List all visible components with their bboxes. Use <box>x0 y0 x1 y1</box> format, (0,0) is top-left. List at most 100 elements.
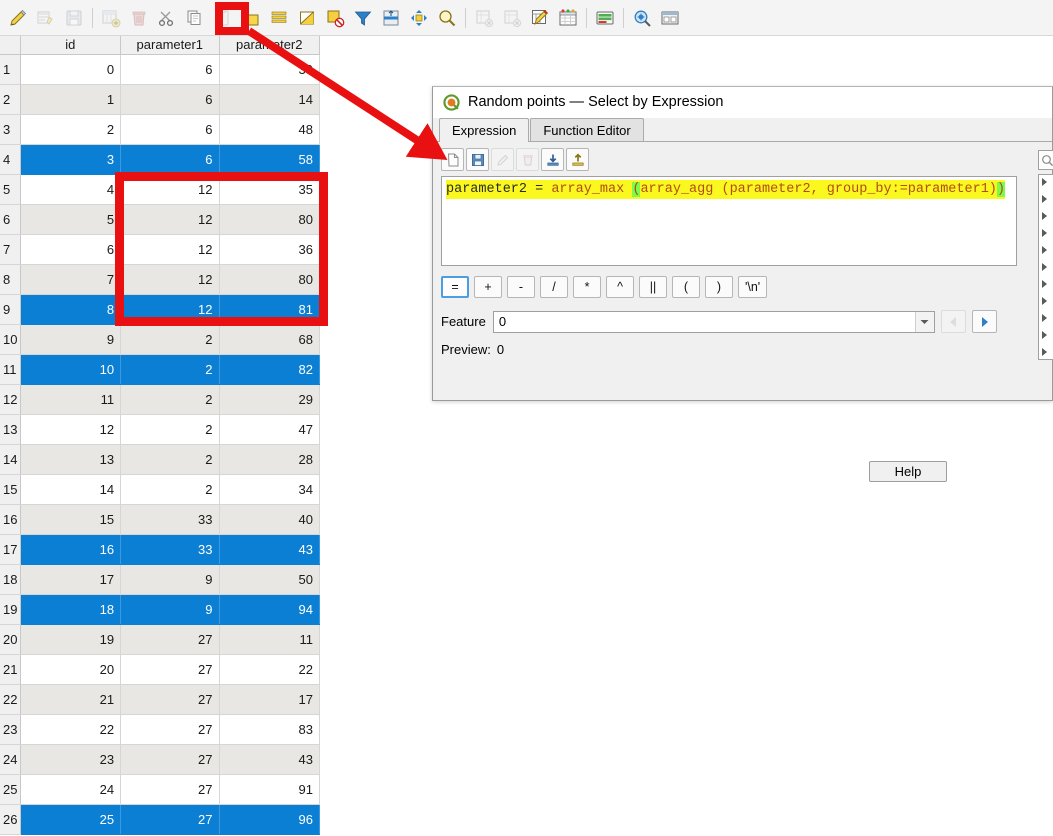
cell-parameter1[interactable]: 6 <box>120 84 220 115</box>
row-number-cell[interactable]: 22 <box>0 684 21 715</box>
row-number-cell[interactable]: 20 <box>0 624 21 655</box>
row-number-cell[interactable]: 23 <box>0 714 21 745</box>
operator-button[interactable]: ) <box>705 276 733 298</box>
table-row[interactable]: 11 10 2 82 <box>0 354 320 385</box>
row-number-cell[interactable]: 11 <box>0 354 21 385</box>
cell-parameter2[interactable]: 22 <box>219 654 320 685</box>
table-row[interactable]: 22 21 27 17 <box>0 684 320 715</box>
triangle-right-icon[interactable] <box>1042 297 1047 305</box>
cell-parameter1[interactable]: 27 <box>120 654 220 685</box>
row-number-cell[interactable]: 3 <box>0 114 21 145</box>
tab-expression[interactable]: Expression <box>439 118 530 142</box>
cell-id[interactable]: 17 <box>20 564 122 595</box>
zoom-to-selected-icon[interactable] <box>434 5 460 31</box>
cell-parameter2[interactable]: 58 <box>219 144 320 175</box>
triangle-right-icon[interactable] <box>971 310 997 333</box>
cell-parameter1[interactable]: 2 <box>120 324 220 355</box>
cell-parameter1[interactable]: 2 <box>120 444 220 475</box>
cell-id[interactable]: 24 <box>20 774 122 805</box>
cell-id[interactable]: 1 <box>20 84 122 115</box>
cell-id[interactable]: 8 <box>20 294 122 325</box>
triangle-right-icon[interactable] <box>1042 246 1047 254</box>
cell-parameter2[interactable]: 47 <box>219 414 320 445</box>
cell-parameter2[interactable]: 29 <box>219 384 320 415</box>
cell-parameter1[interactable]: 27 <box>120 774 220 805</box>
table-row[interactable]: 18 17 9 50 <box>0 564 320 595</box>
table-row[interactable]: 14 13 2 28 <box>0 444 320 475</box>
row-number-cell[interactable]: 12 <box>0 384 21 415</box>
table-row[interactable]: 26 25 27 96 <box>0 804 320 835</box>
cell-parameter1[interactable]: 12 <box>120 204 220 235</box>
cell-parameter1[interactable]: 33 <box>120 504 220 535</box>
cell-parameter1[interactable]: 12 <box>120 174 220 205</box>
table-row[interactable]: 3 2 6 48 <box>0 114 320 145</box>
table-row[interactable]: 16 15 33 40 <box>0 504 320 535</box>
pan-to-selected-icon[interactable] <box>406 5 432 31</box>
operator-button[interactable]: '\n' <box>738 276 768 298</box>
table-row[interactable]: 12 11 2 29 <box>0 384 320 415</box>
cell-id[interactable]: 22 <box>20 714 122 745</box>
cell-parameter2[interactable]: 17 <box>219 684 320 715</box>
cell-parameter1[interactable]: 27 <box>120 684 220 715</box>
cell-parameter1[interactable]: 27 <box>120 714 220 745</box>
cell-parameter2[interactable]: 68 <box>219 324 320 355</box>
cell-id[interactable]: 15 <box>20 504 122 535</box>
table-row[interactable]: 15 14 2 34 <box>0 474 320 505</box>
table-row[interactable]: 21 20 27 22 <box>0 654 320 685</box>
cell-parameter2[interactable]: 39 <box>219 54 320 85</box>
cell-parameter2[interactable]: 81 <box>219 294 320 325</box>
cell-parameter1[interactable]: 2 <box>120 384 220 415</box>
operator-button[interactable]: + <box>474 276 502 298</box>
cell-parameter1[interactable]: 27 <box>120 624 220 655</box>
row-number-cell[interactable]: 1 <box>0 54 21 85</box>
cell-id[interactable]: 7 <box>20 264 122 295</box>
cell-parameter1[interactable]: 2 <box>120 354 220 385</box>
triangle-right-icon[interactable] <box>1042 212 1047 220</box>
cell-parameter2[interactable]: 94 <box>219 594 320 625</box>
triangle-right-icon[interactable] <box>1042 348 1047 356</box>
select-all-icon[interactable] <box>266 5 292 31</box>
triangle-right-icon[interactable] <box>1042 263 1047 271</box>
row-number-cell[interactable]: 25 <box>0 774 21 805</box>
cell-id[interactable]: 3 <box>20 144 122 175</box>
column-header-parameter2[interactable]: parameter2 <box>219 36 320 55</box>
row-number-cell[interactable]: 2 <box>0 84 21 115</box>
table-row[interactable]: 4 3 6 58 <box>0 144 320 175</box>
row-number-cell[interactable]: 7 <box>0 234 21 265</box>
operator-button[interactable]: * <box>573 276 601 298</box>
cell-parameter2[interactable]: 83 <box>219 714 320 745</box>
row-number-cell[interactable]: 24 <box>0 744 21 775</box>
cell-parameter2[interactable]: 91 <box>219 774 320 805</box>
row-number-cell[interactable]: 14 <box>0 444 21 475</box>
cell-id[interactable]: 5 <box>20 204 122 235</box>
table-row[interactable]: 6 5 12 80 <box>0 204 320 235</box>
table-row[interactable]: 10 9 2 68 <box>0 324 320 355</box>
row-number-cell[interactable]: 17 <box>0 534 21 565</box>
row-number-cell[interactable]: 16 <box>0 504 21 535</box>
row-number-cell[interactable]: 15 <box>0 474 21 505</box>
cell-parameter2[interactable]: 82 <box>219 354 320 385</box>
cell-parameter1[interactable]: 12 <box>120 234 220 265</box>
operator-button[interactable]: || <box>639 276 667 298</box>
cell-id[interactable]: 4 <box>20 174 122 205</box>
table-row[interactable]: 9 8 12 81 <box>0 294 320 325</box>
row-number-cell[interactable]: 9 <box>0 294 21 325</box>
triangle-right-icon[interactable] <box>1042 331 1047 339</box>
table-row[interactable]: 17 16 33 43 <box>0 534 320 565</box>
field-calculator-icon[interactable] <box>527 5 553 31</box>
cell-parameter2[interactable]: 50 <box>219 564 320 595</box>
help-button[interactable]: Help <box>869 461 947 482</box>
row-number-cell[interactable]: 21 <box>0 654 21 685</box>
table-row[interactable]: 13 12 2 47 <box>0 414 320 445</box>
row-number-cell[interactable]: 13 <box>0 414 21 445</box>
cell-parameter2[interactable]: 14 <box>219 84 320 115</box>
cell-id[interactable]: 0 <box>20 54 122 85</box>
cell-parameter2[interactable]: 28 <box>219 444 320 475</box>
table-row[interactable]: 1 0 6 39 <box>0 54 320 85</box>
cell-id[interactable]: 20 <box>20 654 122 685</box>
row-number-cell[interactable]: 19 <box>0 594 21 625</box>
triangle-right-icon[interactable] <box>1042 229 1047 237</box>
cell-parameter2[interactable]: 96 <box>219 804 320 835</box>
cell-parameter2[interactable]: 43 <box>219 744 320 775</box>
export-expressions-icon[interactable] <box>566 148 589 171</box>
